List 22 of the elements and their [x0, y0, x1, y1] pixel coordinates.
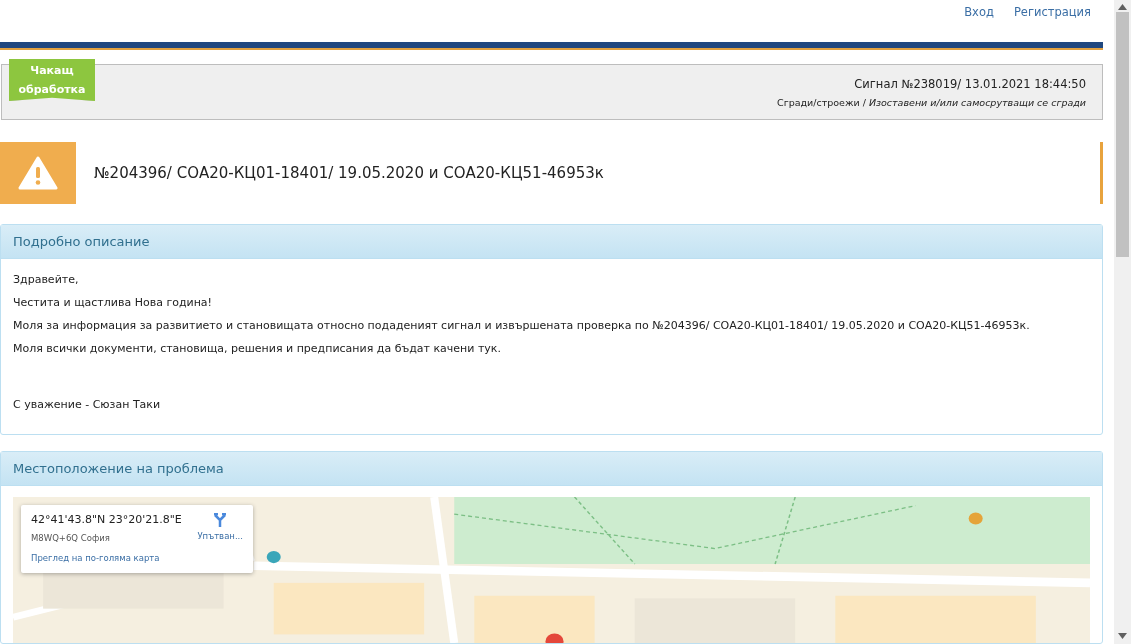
coordinates-text: 42°41'43.8"N 23°20'21.8"E — [31, 513, 183, 528]
status-ribbon: Чакащ обработка — [9, 59, 95, 101]
description-text: Честита и щастлива Нова година! — [13, 295, 212, 311]
header-link[interactable]: Регистрация — [1013, 5, 1091, 19]
signal-category: Сгради/строежи / Изоставени и/или самосрутващи се сгради — [777, 96, 1086, 108]
signal-number: Сигнал №238019/ 13.01.2021 18:44:50 — [854, 76, 1086, 91]
signature-text: С уважение - Сюзан Таки — [13, 397, 161, 413]
scrollbar[interactable] — [1114, 0, 1131, 644]
scroll-thumb[interactable] — [1116, 12, 1129, 257]
description-text: Моля всички документи, становища, решения и предписания да бъдат качени тук. — [13, 341, 501, 357]
description-text: Здравейте, — [13, 272, 79, 288]
scroll-down-icon[interactable] — [1118, 633, 1127, 639]
directions-link[interactable]: Упътван... — [197, 513, 243, 545]
plus-code: M8WQ+6Q София — [31, 532, 111, 545]
directions-icon — [213, 513, 228, 527]
larger-map-link[interactable]: Преглед на по-голяма карта — [31, 553, 243, 565]
panel-title: Подробно описание — [1, 225, 1102, 259]
description-text: Моля за информация за развитието и становищата относно подаденият сигнал и извършената проверка по №204396/ СОА20-КЦ01-18401/ 19.05.2020 и СОА20-КЦ51-46953к. — [13, 318, 1030, 334]
panel-title: Местоположение на проблема — [1, 452, 1102, 486]
scroll-up-icon[interactable] — [1118, 4, 1127, 10]
header-link[interactable]: Вход — [964, 5, 994, 19]
alert-title: №204396/ СОА20-КЦ01-18401/ 19.05.2020 и СОА20-КЦ51-46953к — [94, 164, 604, 182]
